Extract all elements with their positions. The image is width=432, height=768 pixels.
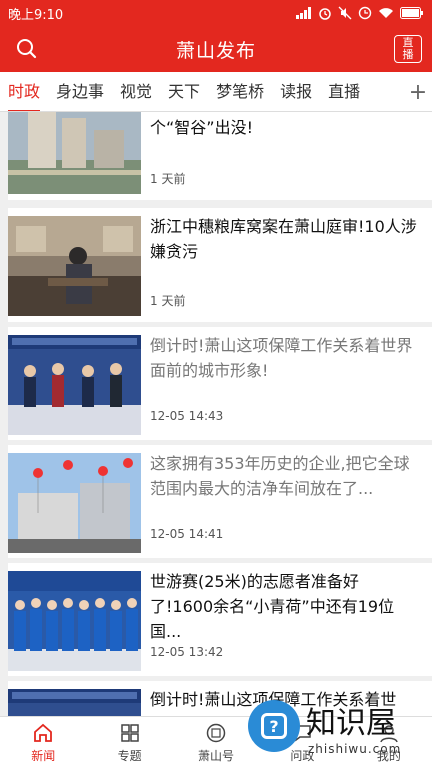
news-headline: 倒计时!萧山这项保障工作关系着世	[150, 690, 397, 709]
nav-news-label: 新闻	[31, 748, 56, 763]
news-item[interactable]: 浙江中穗粮库窝案在萧山庭审!10人涉嫌贪污 1 天前	[8, 208, 432, 322]
tab-shijue[interactable]: 视觉	[112, 72, 160, 111]
chat-icon	[293, 724, 312, 741]
page-title: 萧山发布	[175, 39, 256, 62]
tab-dubao[interactable]: 读报	[272, 72, 320, 111]
news-headline: 世游赛(25米)的志愿者准备好了!1600余名“小青荷”中还有19位国...	[150, 572, 395, 641]
news-item[interactable]: 这家拥有353年历史的企业,把它全球范围内最大的洁净车间放在了... 12-05…	[8, 445, 432, 558]
news-headline: 这家拥有353年历史的企业,把它全球范围内最大的洁净车间放在了...	[150, 454, 410, 498]
clock-icon	[358, 6, 372, 20]
news-headline: 倒计时!萧山这项保障工作关系着世界面前的城市形象!	[150, 336, 413, 380]
signal-icon	[296, 7, 311, 19]
news-time: 1 天前	[150, 172, 186, 186]
news-item[interactable]: 世游赛(25米)的志愿者准备好了!1600余名“小青荷”中还有19位国... 1…	[8, 563, 432, 676]
news-time: 12-05 13:42	[150, 645, 224, 659]
alarm-icon	[319, 8, 331, 20]
tab-shenbianshi[interactable]: 身边事	[48, 72, 112, 111]
news-feed[interactable]: 大动作!数字经济独角兽将在萧山这个“智谷”出没! 1 天前 浙江中穗粮库窝案在萧…	[0, 112, 432, 716]
nav-wenzheng-label: 问政	[290, 748, 315, 763]
nav-xiaoshanhao-label: 萧山号	[198, 748, 235, 763]
news-time: 12-05 14:43	[150, 409, 224, 423]
news-thumbnail	[8, 453, 141, 553]
news-thumbnail	[8, 571, 141, 671]
news-thumbnail	[8, 216, 141, 316]
search-button[interactable]	[14, 36, 40, 62]
news-thumbnail	[8, 112, 141, 194]
channel-tabs: 时政 身边事 视觉 天下 梦笔桥 读报 直播 +	[0, 72, 432, 112]
news-item[interactable]: 倒计时!萧山这项保障工作关系着世	[8, 681, 432, 716]
tab-tianxia[interactable]: 天下	[160, 72, 208, 111]
grid-icon	[120, 723, 139, 742]
news-time: 1 天前	[150, 294, 186, 308]
nav-mine-label: 我的	[376, 748, 401, 763]
news-item[interactable]: 倒计时!萧山这项保障工作关系着世界面前的城市形象! 12-05 14:43	[8, 327, 432, 440]
news-thumbnail	[8, 689, 141, 716]
home-icon	[34, 723, 53, 742]
news-item[interactable]: 大动作!数字经济独角兽将在萧山这个“智谷”出没! 1 天前	[8, 112, 432, 200]
live-button[interactable]: 直播	[394, 35, 422, 63]
news-headline: 大动作!数字经济独角兽将在萧山这个“智谷”出没!	[150, 118, 253, 137]
mute-icon	[338, 6, 352, 20]
add-tab-button[interactable]: +	[404, 72, 432, 111]
nav-news[interactable]: 新闻	[0, 717, 86, 768]
user-icon	[380, 724, 398, 742]
tab-shizheng[interactable]: 时政	[0, 72, 48, 111]
news-thumbnail	[8, 335, 141, 435]
nav-mine[interactable]: 我的	[346, 717, 432, 768]
search-icon	[17, 39, 37, 59]
status-bar: 晚上9:10	[0, 0, 432, 26]
news-time: 12-05 14:41	[150, 527, 224, 541]
live-label: 直播	[402, 36, 414, 61]
news-headline: 浙江中穗粮库窝案在萧山庭审!10人涉嫌贪污	[150, 217, 417, 261]
nav-xiaoshanhao[interactable]: 萧山号	[173, 717, 259, 768]
nav-topics-label: 专题	[117, 748, 142, 763]
bottom-nav: 新闻 专题 萧山号 问政 我的	[0, 716, 432, 768]
wifi-icon	[379, 8, 393, 18]
nav-wenzheng[interactable]: 问政	[259, 717, 345, 768]
seal-icon	[206, 723, 226, 742]
nav-topics[interactable]: 专题	[86, 717, 172, 768]
battery-icon	[400, 7, 423, 19]
tab-zhibo[interactable]: 直播	[320, 72, 368, 111]
tab-mengbiqiao[interactable]: 梦笔桥	[208, 72, 272, 111]
status-icons	[296, 6, 424, 20]
app-header: 萧山发布 直播	[0, 26, 432, 72]
status-time: 晚上9:10	[8, 7, 64, 23]
